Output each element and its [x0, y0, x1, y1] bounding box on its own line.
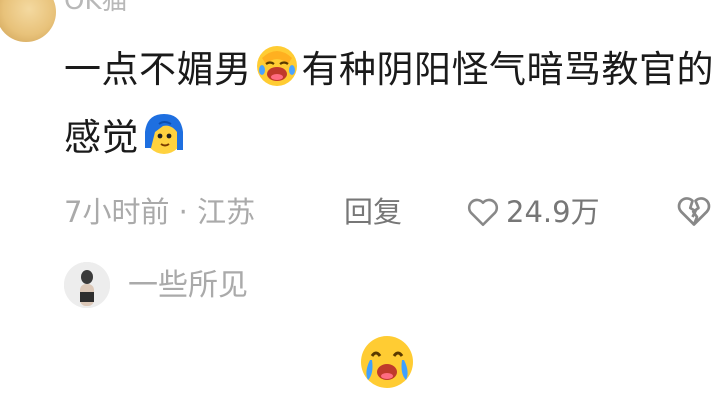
comment-meta: 7小时前 · 江苏 回复 24.9万 — [64, 190, 720, 234]
broken-heart-icon — [677, 197, 711, 226]
user-avatar[interactable] — [0, 0, 56, 42]
person-photo-icon — [64, 262, 110, 308]
blue-hair-emoji-icon — [145, 114, 183, 154]
dislike-button[interactable] — [676, 194, 712, 240]
comment-text: 一点不媚男 有种阴阳怪气暗骂教官的感觉 — [64, 36, 714, 172]
time-location: 7小时前 · 江苏 — [64, 195, 256, 229]
comment-text-part1: 一点不媚男 — [64, 48, 252, 91]
username[interactable]: OK猫 — [64, 0, 128, 16]
facepalm-laugh-emoji-icon — [256, 46, 297, 86]
crying-laughing-emoji-icon — [361, 336, 413, 388]
comment-screen: OK猫 一点不媚男 有种阴阳怪气暗骂教官的感觉 7小时前 · 江苏 回复 24.… — [0, 0, 720, 405]
reply-button[interactable]: 回复 — [344, 190, 402, 234]
like-count: 24.9万 — [506, 195, 600, 229]
reply-avatar[interactable] — [64, 262, 110, 308]
like-button[interactable]: 24.9万 — [466, 190, 600, 234]
reply-user-name[interactable]: 一些所见 — [128, 266, 248, 306]
heart-outline-icon — [467, 198, 499, 227]
